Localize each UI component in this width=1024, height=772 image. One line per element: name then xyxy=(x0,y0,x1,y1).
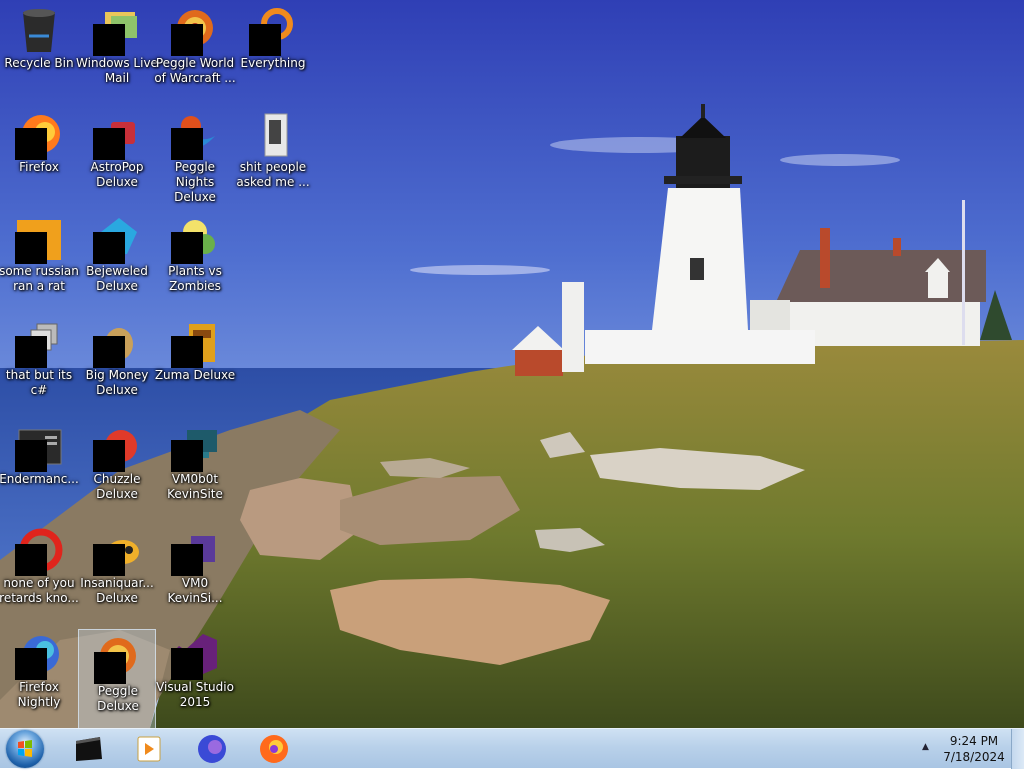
taskbar-command-prompt[interactable] xyxy=(62,731,114,767)
redaction-box xyxy=(171,24,203,56)
icon-label: Plants vs Zombies xyxy=(168,264,222,293)
redaction-box xyxy=(171,544,203,576)
taskbar-firefox[interactable] xyxy=(248,731,300,767)
recycle-bin-icon xyxy=(15,6,63,54)
icon-label: Chuzzle Deluxe xyxy=(93,472,141,501)
desktop-icon-zuma[interactable]: Zuma Deluxe xyxy=(154,314,236,414)
desktop-icon-astropop[interactable]: AstroPop Deluxe xyxy=(78,106,156,206)
redaction-box xyxy=(15,128,47,160)
icon-label: Windows Live Mail xyxy=(76,56,158,85)
firefox-icon xyxy=(260,735,288,763)
redaction-box xyxy=(94,652,126,684)
redaction-box xyxy=(15,336,47,368)
icon-label: Bejeweled Deluxe xyxy=(86,264,148,293)
show-desktop-button[interactable] xyxy=(1011,729,1024,769)
icon-label: Peggle Deluxe xyxy=(97,684,139,713)
redaction-box xyxy=(93,128,125,160)
firefox-nightly-icon xyxy=(198,735,226,763)
desktop-icon-big-money[interactable]: Big Money Deluxe xyxy=(78,314,156,414)
redaction-box xyxy=(93,440,125,472)
redaction-box xyxy=(15,440,47,472)
redaction-box xyxy=(171,128,203,160)
redaction-box xyxy=(15,648,47,680)
icon-label: Insaniquar... Deluxe xyxy=(80,576,154,605)
icon-label: VM0 KevinSi... xyxy=(167,576,223,605)
desktop-icon-peggle-wow[interactable]: Peggle World of Warcraft ... xyxy=(154,2,236,102)
redaction-box xyxy=(171,648,203,680)
folder-icon xyxy=(249,110,297,158)
desktop-icon-that-but-its-csharp[interactable]: that but its c# xyxy=(0,314,78,414)
icon-label: Recycle Bin xyxy=(4,56,74,70)
icon-label: that but its c# xyxy=(5,368,73,397)
icon-label: some russian ran a rat xyxy=(0,264,79,293)
clock-time: 9:24 PM xyxy=(949,734,999,748)
icon-label: Firefox xyxy=(19,160,59,174)
redaction-box xyxy=(15,544,47,576)
redaction-box xyxy=(93,232,125,264)
clock-date: 7/18/2024 xyxy=(943,750,1005,764)
desktop-icon-vm0b0t-kevinsite[interactable]: VM0b0t KevinSite xyxy=(156,418,234,518)
taskbar-firefox-nightly[interactable] xyxy=(186,731,238,767)
desktop-icon-visual-studio[interactable]: Visual Studio 2015 xyxy=(156,626,234,726)
icon-label: Peggle Nights Deluxe xyxy=(174,160,216,204)
desktop-icon-peggle-nights[interactable]: Peggle Nights Deluxe xyxy=(156,106,234,206)
redaction-box xyxy=(93,544,125,576)
icon-label: AstroPop Deluxe xyxy=(90,160,144,189)
icon-label: VM0b0t KevinSite xyxy=(167,472,223,501)
redaction-box xyxy=(171,232,203,264)
icon-label: Zuma Deluxe xyxy=(154,368,236,382)
media-player-icon xyxy=(137,736,161,762)
redaction-box xyxy=(171,440,203,472)
icon-label: Peggle World of Warcraft ... xyxy=(154,56,236,85)
desktop-icon-bejeweled[interactable]: Bejeweled Deluxe xyxy=(78,210,156,310)
desktop-icon-plants-vs-zombies[interactable]: Plants vs Zombies xyxy=(156,210,234,310)
taskbar: ▲ 9:24 PM 7/18/2024 xyxy=(0,728,1024,769)
desktop-icon-java-rat[interactable]: e some russian ran a rat xyxy=(0,210,79,310)
desktop-icon-recycle-bin[interactable]: Recycle Bin xyxy=(0,2,78,102)
desktop-icon-windows-live-mail[interactable]: Windows Live Mail xyxy=(76,2,158,102)
desktop-icon-insaniquarium[interactable]: Insaniquar... Deluxe xyxy=(78,522,156,622)
icon-label: Everything xyxy=(240,56,306,70)
desktop-icon-endermanc[interactable]: Endermanc... xyxy=(0,418,79,518)
icon-label: Firefox Nightly xyxy=(17,680,61,709)
command-prompt-icon xyxy=(76,737,102,761)
redaction-box xyxy=(93,24,125,56)
icon-label: none of you retards kno... xyxy=(0,576,79,605)
desktop-icon-chuzzle[interactable]: Chuzzle Deluxe xyxy=(78,418,156,518)
taskbar-media-player[interactable] xyxy=(122,731,174,767)
redaction-box xyxy=(93,336,125,368)
icon-label: Big Money Deluxe xyxy=(85,368,149,397)
system-clock[interactable]: 9:24 PM 7/18/2024 xyxy=(940,733,1008,765)
desktop-icon-vm0-kevinsite[interactable]: VM0 KevinSi... xyxy=(156,522,234,622)
desktop-icon-firefox[interactable]: Firefox xyxy=(0,106,78,206)
desktop-icon-firefox-nightly[interactable]: Firefox Nightly xyxy=(0,626,78,726)
icon-label: Visual Studio 2015 xyxy=(156,680,234,709)
tray-overflow-chevron[interactable]: ▲ xyxy=(922,742,929,752)
icon-label: Endermanc... xyxy=(0,472,79,486)
desktop-icon-folder[interactable]: shit people asked me ... xyxy=(234,106,312,206)
desktop-icon-opera[interactable]: none of you retards kno... xyxy=(0,522,79,622)
redaction-box xyxy=(15,232,47,264)
start-orb-icon[interactable] xyxy=(6,730,44,768)
redaction-box xyxy=(171,336,203,368)
desktop-icon-everything[interactable]: Everything xyxy=(234,2,312,102)
redaction-box xyxy=(249,24,281,56)
desktop-icon-peggle-deluxe[interactable]: Peggle Deluxe xyxy=(78,629,156,729)
icon-label: shit people asked me ... xyxy=(236,160,310,189)
